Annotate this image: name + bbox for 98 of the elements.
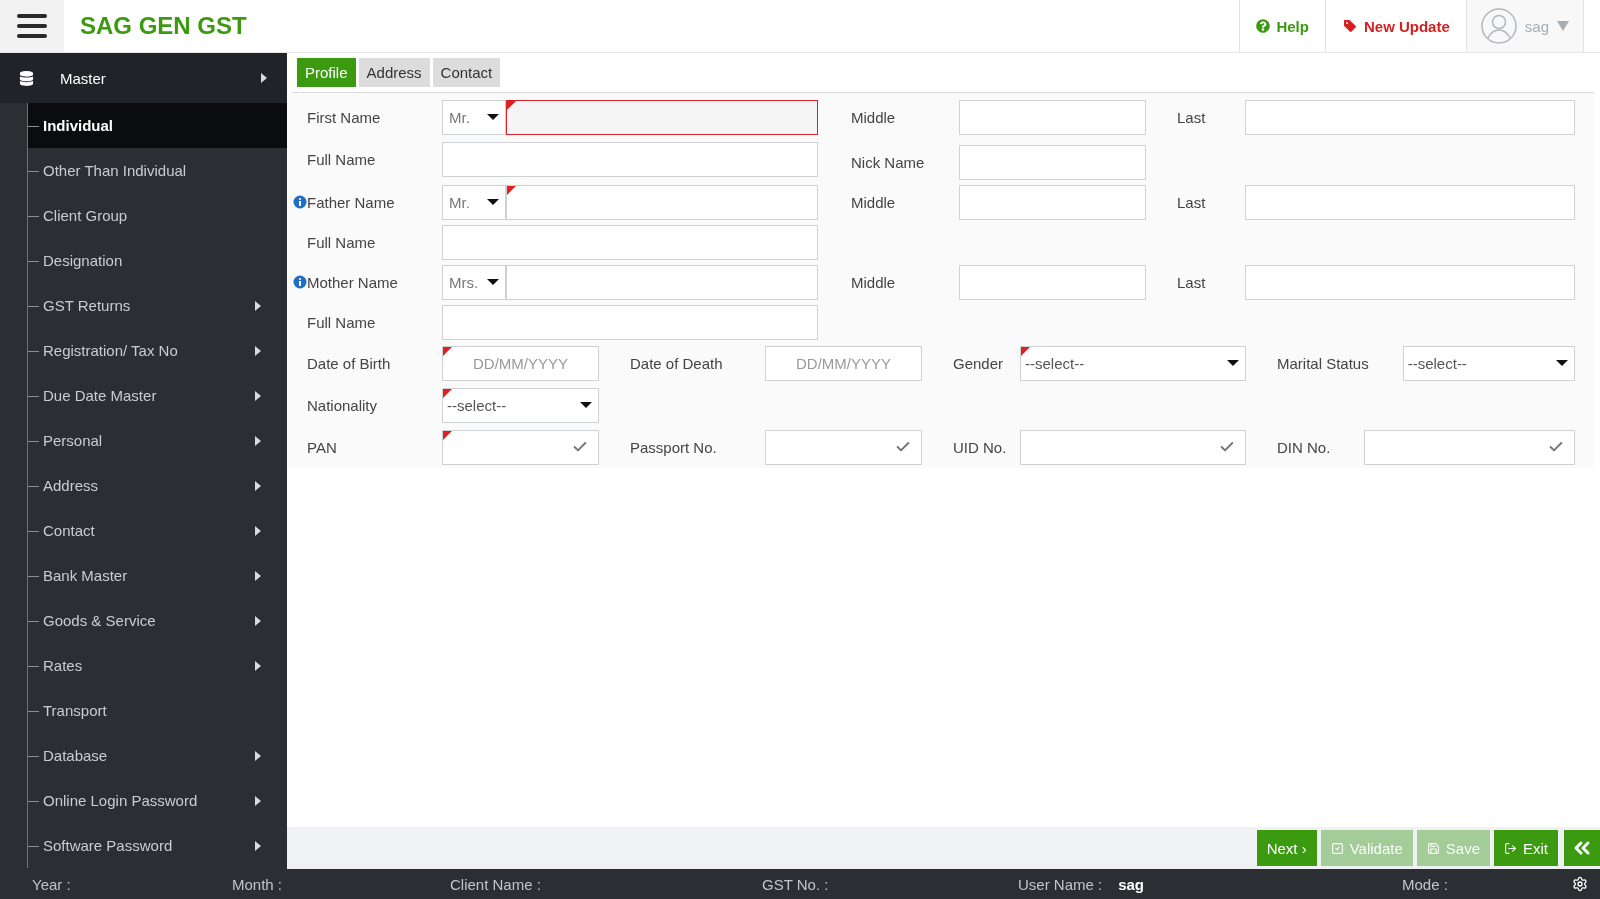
sidebar-item[interactable]: Goods & Service bbox=[28, 598, 287, 643]
new-update-link[interactable]: New Update bbox=[1324, 0, 1466, 52]
sidebar-item[interactable]: Bank Master bbox=[28, 553, 287, 598]
caret-icon bbox=[255, 750, 261, 761]
sidebar-item[interactable]: Software Password bbox=[28, 823, 287, 868]
field-label: Last bbox=[1177, 108, 1207, 126]
field-label: Date of Birth bbox=[307, 354, 391, 372]
select-field[interactable]: --select-- bbox=[1020, 345, 1246, 381]
field-label: Middle bbox=[851, 273, 897, 291]
user-name: sag bbox=[1524, 17, 1549, 35]
caret-icon bbox=[255, 435, 261, 446]
caret-icon bbox=[1556, 360, 1568, 366]
field-label: Middle bbox=[851, 193, 897, 211]
sidebar-item[interactable]: Database bbox=[28, 733, 287, 778]
caret-icon bbox=[487, 279, 499, 285]
field-label: First Name bbox=[306, 108, 381, 126]
caret-icon bbox=[255, 840, 261, 851]
sidebar-item[interactable]: Online Login Password bbox=[28, 778, 287, 823]
field-label: Full Name bbox=[307, 151, 376, 168]
caret-icon bbox=[255, 795, 261, 806]
exit-icon bbox=[1504, 841, 1517, 855]
help-link[interactable]: Help bbox=[1239, 0, 1325, 52]
caret-icon bbox=[487, 114, 499, 120]
sidebar-item[interactable]: Individual bbox=[28, 103, 287, 148]
field-label: Gender bbox=[953, 354, 1004, 372]
input-field[interactable] bbox=[506, 99, 818, 135]
field-label: Last bbox=[1177, 273, 1207, 291]
caret-icon bbox=[255, 660, 261, 671]
sidebar-item[interactable]: Personal bbox=[28, 418, 287, 463]
caret-icon bbox=[255, 345, 261, 356]
sidebar-item[interactable]: Contact bbox=[28, 508, 287, 553]
field-label: Last bbox=[1177, 193, 1207, 211]
status-field: Year : bbox=[32, 875, 232, 893]
field-label: Father Name bbox=[293, 193, 395, 211]
sidebar-item[interactable]: Rates bbox=[28, 643, 287, 688]
field-label: DIN No. bbox=[1277, 438, 1331, 456]
tab[interactable]: Contact bbox=[432, 58, 501, 87]
caret-icon bbox=[255, 480, 261, 491]
select-field[interactable]: --select-- bbox=[1402, 345, 1575, 381]
caret-icon bbox=[255, 390, 261, 401]
sidebar-item[interactable]: Client Group bbox=[28, 193, 287, 238]
caret-icon bbox=[487, 199, 499, 205]
app-title: SAG GEN GST bbox=[79, 11, 248, 41]
caret-icon bbox=[1557, 21, 1569, 31]
sidebar-item[interactable]: Registration/ Tax No bbox=[28, 328, 287, 373]
sidebar-item[interactable]: Designation bbox=[28, 238, 287, 283]
title-select[interactable]: Mrs. bbox=[442, 264, 506, 300]
field-label: Marital Status bbox=[1277, 354, 1369, 372]
status-field: User Name : sag bbox=[1018, 875, 1402, 893]
field-label: Full Name bbox=[307, 233, 376, 251]
caret-icon bbox=[255, 525, 261, 536]
tab[interactable]: Address bbox=[358, 58, 430, 87]
next-button[interactable]: Next › bbox=[1256, 830, 1317, 866]
select-field[interactable]: --select-- bbox=[442, 387, 599, 423]
field-label: Middle bbox=[851, 108, 897, 126]
status-field: GST No. : bbox=[762, 875, 1018, 893]
title-select[interactable]: Mr. bbox=[442, 184, 506, 220]
collapse-button[interactable] bbox=[1564, 830, 1600, 866]
field-label: Date of Death bbox=[630, 354, 723, 372]
menu-button[interactable] bbox=[0, 0, 64, 52]
sidebar-item[interactable]: Transport bbox=[28, 688, 287, 733]
required-marker bbox=[443, 430, 452, 440]
caret-icon bbox=[255, 300, 261, 311]
required-marker bbox=[443, 346, 452, 356]
field-label: Passport No. bbox=[630, 438, 717, 456]
tag-icon bbox=[1341, 18, 1358, 34]
settings-icon[interactable] bbox=[1572, 876, 1588, 892]
status-field: Client Name : bbox=[450, 875, 762, 893]
tab[interactable]: Profile bbox=[297, 58, 356, 87]
database-icon bbox=[19, 70, 34, 86]
caret-icon bbox=[261, 73, 267, 83]
status-field: Mode : bbox=[1402, 875, 1572, 893]
status-field: Month : bbox=[232, 875, 450, 893]
save-icon bbox=[1426, 841, 1440, 855]
field-label: Full Name bbox=[307, 313, 376, 331]
sidebar-item[interactable]: GST Returns bbox=[28, 283, 287, 328]
required-marker bbox=[507, 185, 516, 195]
sidebar-item[interactable]: Due Date Master bbox=[28, 373, 287, 418]
field-label: Nick Name bbox=[851, 154, 926, 171]
caret-icon bbox=[255, 615, 261, 626]
sidebar-group[interactable]: Master bbox=[0, 53, 287, 103]
exit-button[interactable]: Exit bbox=[1494, 830, 1558, 866]
caret-icon bbox=[1227, 360, 1239, 366]
sidebar-item[interactable]: Address bbox=[28, 463, 287, 508]
caret-icon bbox=[255, 570, 261, 581]
avatar-icon bbox=[1480, 8, 1517, 44]
required-marker bbox=[1021, 346, 1030, 356]
field-label: Mother Name bbox=[293, 273, 398, 291]
validate-icon bbox=[1330, 841, 1344, 855]
caret-icon bbox=[580, 402, 592, 408]
title-select[interactable]: Mr. bbox=[442, 99, 506, 135]
field-label: Nationality bbox=[307, 396, 378, 414]
field-label: PAN bbox=[307, 438, 337, 456]
sidebar-item[interactable]: Other Than Individual bbox=[28, 148, 287, 193]
required-marker bbox=[507, 100, 516, 110]
help-icon bbox=[1256, 19, 1271, 33]
required-marker bbox=[443, 388, 452, 398]
field-label: UID No. bbox=[953, 438, 1007, 456]
